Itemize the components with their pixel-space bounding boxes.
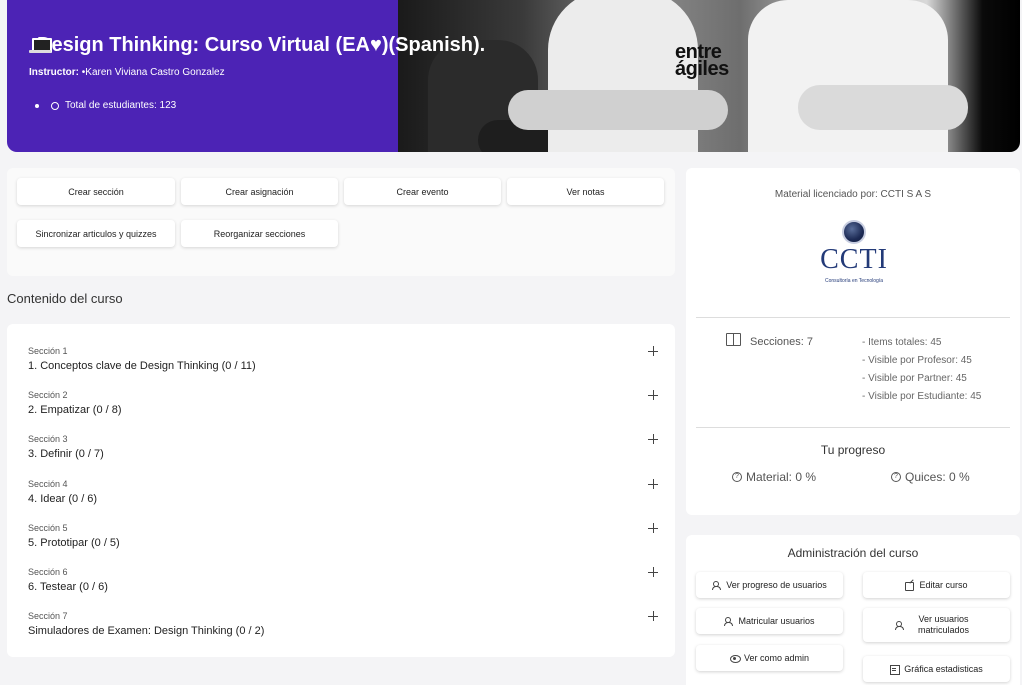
view-user-progress-button[interactable]: Ver progreso de usuarios [696, 572, 843, 598]
section-number: Sección 3 [28, 434, 68, 444]
section-number: Sección 1 [28, 346, 68, 356]
section-title: 4. Idear (0 / 6) [28, 493, 98, 505]
course-content-heading: Contenido del curso [7, 291, 123, 306]
instructor-line: Instructor: •Karen Viviana Castro Gonzal… [29, 67, 398, 78]
globe-icon [842, 220, 866, 244]
material-progress: ? Material: 0 % [732, 470, 816, 484]
instructor-name: •Karen Viviana Castro Gonzalez [81, 67, 225, 78]
ccti-logo-text: CCTI [820, 244, 888, 275]
instructor-label: Instructor: [29, 67, 79, 78]
expand-plus-icon[interactable] [648, 523, 658, 533]
quiz-progress-text: Quices: 0 % [905, 470, 970, 484]
chart-icon [890, 665, 901, 675]
arms-shape [798, 85, 968, 130]
section-item[interactable]: Sección 2 2. Empatizar (0 / 8) [28, 390, 658, 430]
section-title: Simuladores de Examen: Design Thinking (… [28, 625, 265, 637]
view-as-admin-button[interactable]: Ver como admin [696, 645, 843, 671]
section-item[interactable]: Sección 7 Simuladores de Examen: Design … [28, 611, 658, 651]
entre-agiles-logo: entre ágiles [675, 41, 745, 80]
section-number: Sección 7 [28, 611, 68, 621]
section-title: 6. Testear (0 / 6) [28, 581, 108, 593]
sync-articles-button[interactable]: Sincronizar articulos y quizzes [17, 220, 175, 247]
stats-chart-button[interactable]: Gráfica estadisticas [863, 656, 1010, 682]
expand-plus-icon[interactable] [648, 434, 658, 444]
section-number: Sección 2 [28, 390, 68, 400]
user-add-icon [894, 621, 904, 630]
course-sections-list: Sección 1 1. Conceptos clave de Design T… [7, 324, 675, 657]
question-icon: ? [732, 472, 742, 482]
progress-title: Tu progreso [820, 443, 886, 457]
section-item[interactable]: Sección 6 6. Testear (0 / 6) [28, 567, 658, 607]
book-icon [726, 333, 741, 346]
users-icon [712, 581, 722, 590]
bullet-icon [35, 103, 39, 108]
quiz-progress: ? Quices: 0 % [891, 470, 970, 484]
eye-icon [729, 654, 741, 663]
create-section-button[interactable]: Crear sección [17, 178, 175, 205]
course-title-text: Design Thinking: Curso Virtual (EA♥)(Spa… [37, 34, 486, 56]
section-title: 2. Empatizar (0 / 8) [28, 404, 122, 416]
enroll-users-label: Matricular usuarios [738, 615, 815, 626]
view-as-admin-label: Ver como admin [743, 652, 810, 663]
question-icon: ? [891, 472, 901, 482]
enroll-users-button[interactable]: Matricular usuarios [696, 608, 843, 634]
stats-chart-label: Gráfica estadisticas [904, 663, 983, 674]
section-item[interactable]: Sección 1 1. Conceptos clave de Design T… [28, 346, 658, 386]
students-text: Total de estudiantes: 123 [65, 100, 177, 111]
expand-plus-icon[interactable] [648, 611, 658, 621]
divider [696, 427, 1010, 428]
view-grades-button[interactable]: Ver notas [507, 178, 664, 205]
entre-agiles-logo-text: entre ágiles [675, 41, 729, 80]
stat-line: - Visible por Profesor: 45 [862, 355, 972, 366]
items-stats: - Items totales: 45 - Visible por Profes… [862, 334, 981, 406]
expand-plus-icon[interactable] [648, 479, 658, 489]
ccti-logo: CCTI Consultoría en Tecnología [810, 218, 898, 288]
hero-image: entre ágiles [398, 0, 1020, 152]
section-title: 1. Conceptos clave de Design Thinking (0… [28, 360, 256, 372]
section-number: Sección 6 [28, 567, 68, 577]
arms-shape [508, 90, 728, 130]
user-add-icon [724, 617, 734, 626]
stat-line: - Visible por Estudiante: 45 [862, 391, 982, 402]
ccti-logo-subtitle: Consultoría en Tecnología [824, 278, 883, 284]
section-number: Sección 4 [28, 479, 68, 489]
course-title: Design Thinking: Curso Virtual (EA♥)(Spa… [29, 34, 485, 57]
section-item[interactable]: Sección 4 4. Idear (0 / 6) [28, 479, 658, 519]
expand-plus-icon[interactable] [648, 390, 658, 400]
stat-line: - Visible por Partner: 45 [862, 373, 967, 384]
licensed-by-text: Material licenciado por: CCTI S A S [774, 189, 932, 200]
course-info-card: Material licenciado por: CCTI S A S CCTI… [686, 168, 1020, 515]
expand-plus-icon[interactable] [648, 567, 658, 577]
section-title: 5. Prototipar (0 / 5) [28, 537, 120, 549]
section-item[interactable]: Sección 3 3. Definir (0 / 7) [28, 434, 658, 474]
create-event-button[interactable]: Crear evento [344, 178, 501, 205]
view-user-progress-label: Ver progreso de usuarios [726, 579, 827, 590]
divider [696, 317, 1010, 318]
course-hero-banner: Design Thinking: Curso Virtual (EA♥)(Spa… [7, 0, 1020, 152]
view-enrolled-label: Ver usuarios matriculados [917, 614, 970, 635]
material-progress-text: Material: 0 % [746, 470, 817, 484]
globe-icon [51, 101, 59, 110]
admin-title: Administración del curso [787, 546, 919, 560]
hero-info-panel: Design Thinking: Curso Virtual (EA♥)(Spa… [7, 0, 485, 152]
edit-course-label: Editar curso [919, 579, 968, 590]
stat-line: - Items totales: 45 [862, 337, 942, 348]
section-item[interactable]: Sección 5 5. Prototipar (0 / 5) [28, 523, 658, 563]
edit-icon [905, 581, 915, 591]
students-count: Total de estudiantes: 123 [29, 100, 398, 111]
edit-course-button[interactable]: Editar curso [863, 572, 1010, 598]
reorganize-sections-button[interactable]: Reorganizar secciones [181, 220, 338, 247]
create-assignment-button[interactable]: Crear asignación [181, 178, 338, 205]
course-admin-card: Administración del curso Ver progreso de… [686, 535, 1020, 685]
view-enrolled-users-button[interactable]: Ver usuarios matriculados [863, 608, 1010, 642]
section-title: 3. Definir (0 / 7) [28, 448, 104, 460]
section-number: Sección 5 [28, 523, 68, 533]
sections-count: Secciones: 7 [750, 336, 813, 348]
expand-plus-icon[interactable] [648, 346, 658, 356]
actions-panel: Crear sección Crear asignación Crear eve… [7, 168, 675, 276]
